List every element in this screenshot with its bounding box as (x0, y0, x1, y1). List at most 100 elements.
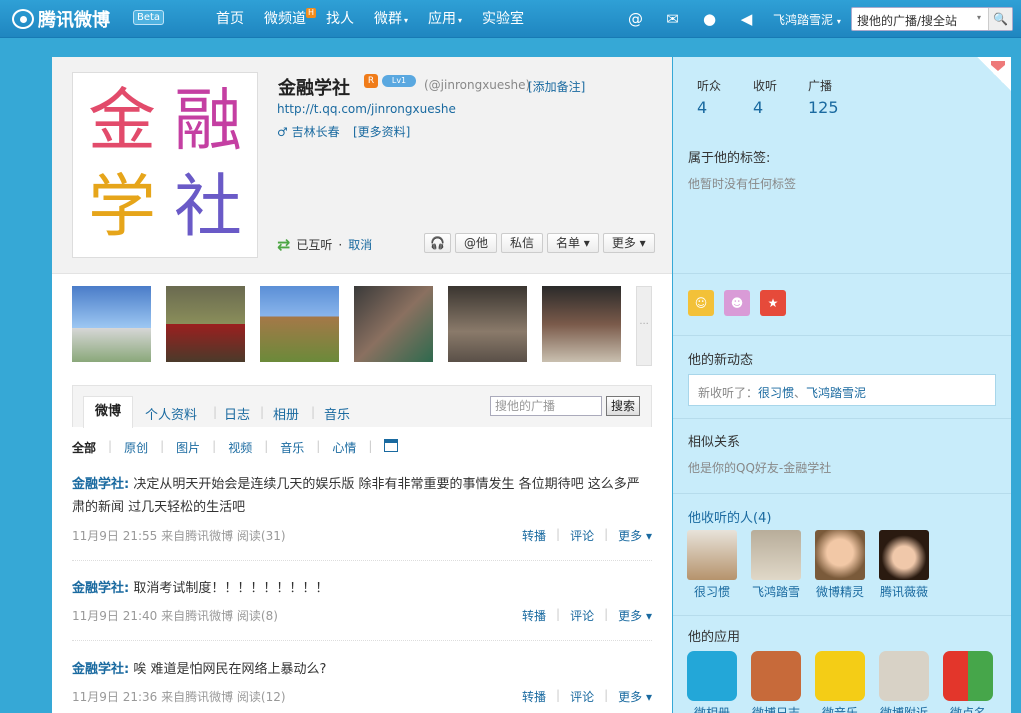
app-item[interactable]: 微博日志 (751, 651, 801, 713)
similar-text: 他是你的QQ好友-金融学社 (688, 461, 832, 475)
photo-thumb[interactable] (354, 286, 434, 362)
news-link[interactable]: 很习惯 (758, 386, 794, 400)
avatar (879, 530, 929, 580)
action-buttons: 🎧 @他 私信 名单 ▾ 更多 ▾ (424, 233, 655, 253)
comment-link[interactable]: 评论 (570, 527, 594, 544)
tab-profile[interactable]: 个人资料 (145, 404, 197, 423)
post-author[interactable]: 金融学社: (72, 477, 129, 492)
comment-link[interactable]: 评论 (570, 607, 594, 624)
app-item[interactable]: 微点名 (943, 651, 993, 713)
medal-list: ☺ ☻ ★ (688, 290, 786, 316)
filter-bar: 全部 | 原创 | 图片 | 视频 | 音乐 | 心情 | (72, 439, 399, 456)
photo-thumb[interactable] (542, 286, 622, 362)
following-item[interactable]: 微博精灵 (815, 530, 865, 600)
more-link[interactable]: 更多 ▾ (618, 688, 652, 705)
post-meta: 11月9日 21:40 来自腾讯微博 阅读(8) (72, 609, 278, 623)
add-note-link[interactable]: [添加备注] (528, 78, 585, 95)
filter-original[interactable]: 原创 (124, 439, 148, 456)
logo-text: 腾讯微博 (38, 10, 110, 31)
logo-icon (12, 9, 34, 29)
medal-star-icon[interactable]: ★ (760, 290, 786, 316)
forward-link[interactable]: 转播 (522, 607, 546, 624)
tab-blog[interactable]: 日志 (224, 404, 250, 423)
photo-thumb[interactable] (448, 286, 528, 362)
following-item[interactable]: 腾讯薇薇 (879, 530, 929, 600)
nav-find-people[interactable]: 找人 (316, 0, 364, 38)
broadcast-search-input[interactable]: 搜他的广播 (490, 396, 602, 416)
at-icon[interactable]: @ (617, 10, 654, 28)
news-link[interactable]: 飞鸿踏雪泥 (806, 386, 866, 400)
forward-link[interactable]: 转播 (522, 688, 546, 705)
mail-icon[interactable]: ✉ (654, 10, 691, 28)
nav-lab[interactable]: 实验室 (472, 0, 534, 38)
profile-url[interactable]: http://t.qq.com/jinrongxueshe (277, 102, 456, 116)
photo-thumb[interactable] (166, 286, 246, 362)
post-author[interactable]: 金融学社: (72, 662, 129, 677)
top-search[interactable]: 搜他的广播/搜全站 ▾ 🔍 (851, 7, 1013, 31)
photo-strip: ··· (72, 286, 653, 366)
post-actions: 转播 | 评论 | 更多 ▾ (522, 688, 652, 705)
chevron-down-icon: ▾ (458, 16, 463, 25)
user-icon[interactable]: ● (691, 10, 728, 28)
filter-all[interactable]: 全部 (72, 439, 96, 456)
nav-home[interactable]: 首页 (206, 0, 254, 38)
speaker-icon[interactable]: ◀ (728, 10, 765, 28)
logo[interactable]: 腾讯微博 (12, 7, 110, 31)
tab-music[interactable]: 音乐 (324, 404, 350, 423)
news-box: 新收听了：很习惯、飞鸿踏雪泥 (688, 374, 996, 406)
calendar-icon[interactable] (384, 439, 399, 452)
verified-icon[interactable]: R (364, 74, 378, 88)
post-author[interactable]: 金融学社: (72, 581, 129, 596)
nav-channel[interactable]: 微频道 H (254, 0, 316, 38)
tab-weibo[interactable]: 微博 (83, 396, 133, 428)
message-button[interactable]: 私信 (500, 233, 543, 253)
stat-followers[interactable]: 听众 4 (697, 77, 721, 117)
top-bar: 腾讯微博 Beta 首页 微频道 H 找人 微群 ▾ 应用 ▾ 实验室 @ ✉ ● ◀… (0, 0, 1021, 38)
filter-music[interactable]: 音乐 (280, 439, 304, 456)
avatar (751, 530, 801, 580)
similar-title: 相似关系 (688, 435, 741, 450)
medal-gold-icon[interactable]: ☺ (688, 290, 714, 316)
photo-thumb[interactable] (260, 286, 340, 362)
news-title: 他的新动态 (688, 353, 754, 368)
username-menu[interactable]: 飞鸿踏雪泥 ▾ (773, 11, 841, 28)
mention-button[interactable]: @他 (454, 233, 497, 253)
following-item[interactable]: 很习惯 (687, 530, 737, 600)
stat-broadcasts[interactable]: 广播 125 (808, 77, 839, 117)
headphone-icon[interactable]: 🎧 (424, 233, 451, 253)
nav-groups[interactable]: 微群 ▾ (364, 0, 418, 38)
app-item[interactable]: 微音乐 (815, 651, 865, 713)
following-title[interactable]: 他收听的人(4) (688, 507, 771, 526)
following-item[interactable]: 飞鸿踏雪 (751, 530, 801, 600)
more-info-link[interactable]: [更多资料] (353, 123, 410, 140)
filter-video[interactable]: 视频 (228, 439, 252, 456)
more-photos-button[interactable]: ··· (636, 286, 653, 366)
more-link[interactable]: 更多 ▾ (618, 527, 652, 544)
list-button[interactable]: 名单 ▾ (546, 233, 599, 253)
filter-mood[interactable]: 心情 (332, 439, 356, 456)
photo-thumb[interactable] (72, 286, 152, 362)
medal-pink-icon[interactable]: ☻ (724, 290, 750, 316)
search-icon[interactable]: 🔍 (988, 8, 1012, 30)
mutual-follow: ⇄ 已互听 · 取消 (277, 235, 373, 254)
level-badge[interactable]: Lv1 (382, 75, 416, 87)
app-item[interactable]: 微博附近 (879, 651, 929, 713)
stat-following[interactable]: 收听 4 (753, 77, 777, 117)
comment-link[interactable]: 评论 (570, 688, 594, 705)
filter-images[interactable]: 图片 (176, 439, 200, 456)
search-button[interactable]: 搜索 (606, 396, 640, 416)
tab-album[interactable]: 相册 (273, 404, 299, 423)
corner-fold[interactable] (977, 57, 1011, 91)
content-tabs: 微博 个人资料 | 日志 | 相册 | 音乐 搜他的广播 搜索 (72, 385, 652, 428)
profile-location[interactable]: ♂ 吉林长春 (277, 123, 340, 140)
more-button[interactable]: 更多 ▾ (602, 233, 655, 253)
avatar (815, 530, 865, 580)
nav-apps[interactable]: 应用 ▾ (418, 0, 472, 38)
chevron-down-icon[interactable]: ▾ (977, 13, 981, 22)
more-link[interactable]: 更多 ▾ (618, 607, 652, 624)
post-meta: 11月9日 21:36 来自腾讯微博 阅读(12) (72, 690, 286, 704)
unfollow-link[interactable]: 取消 (348, 236, 372, 253)
app-item[interactable]: 微相册 (687, 651, 737, 713)
forward-link[interactable]: 转播 (522, 527, 546, 544)
search-scope[interactable]: 搜他的广播/搜全站 (857, 12, 957, 29)
